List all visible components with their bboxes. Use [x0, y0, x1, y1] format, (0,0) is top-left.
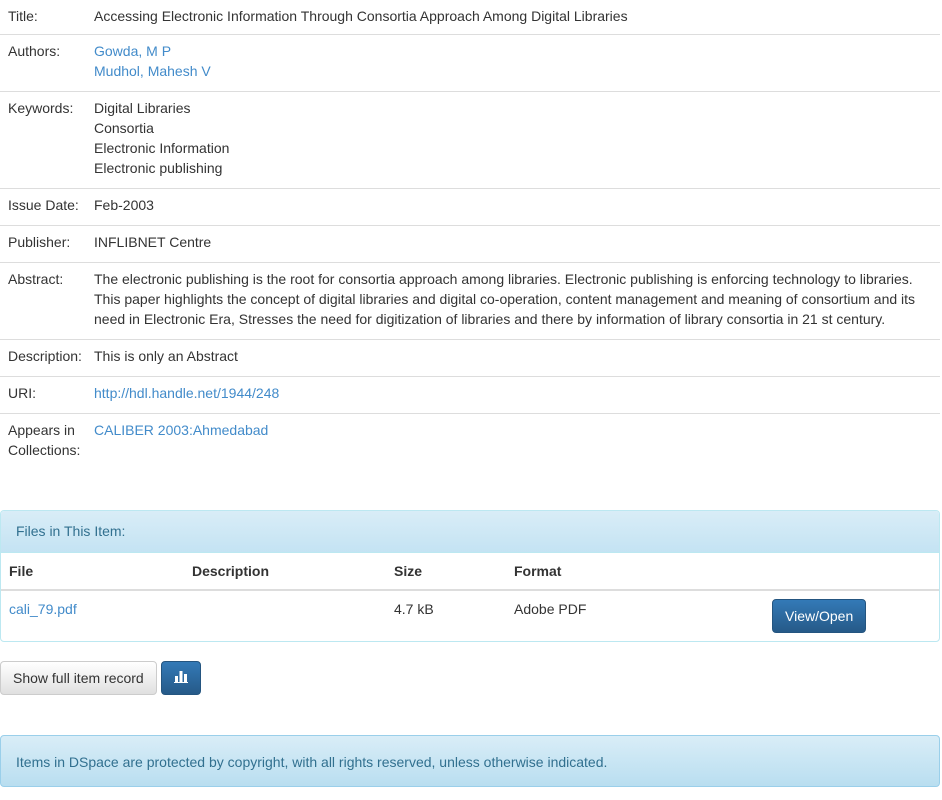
- metadata-row-keywords: Keywords: Digital Libraries Consortia El…: [0, 91, 940, 188]
- collections-label: Appears in Collections:: [0, 420, 94, 463]
- metadata-row-uri: URI: http://hdl.handle.net/1944/248: [0, 376, 940, 413]
- bar-chart-icon: [173, 668, 188, 688]
- issue-date-value: Feb-2003: [94, 197, 154, 213]
- description-label: Description:: [8, 348, 82, 364]
- authors-value: Gowda, M P Mudhol, Mahesh V: [94, 41, 940, 84]
- uri-link[interactable]: http://hdl.handle.net/1944/248: [94, 385, 279, 401]
- file-size-cell: 4.7 kB: [394, 601, 434, 617]
- metadata-row-publisher: Publisher: INFLIBNET Centre: [0, 225, 940, 262]
- files-panel-heading: Files in This Item:: [1, 511, 939, 553]
- statistics-button[interactable]: [160, 661, 201, 695]
- metadata-row-abstract: Abstract: The electronic publishing is t…: [0, 262, 940, 339]
- authors-label: Authors:: [8, 43, 61, 59]
- metadata-row-description: Description: This is only an Abstract: [0, 339, 940, 376]
- file-format-cell: Adobe PDF: [514, 601, 587, 617]
- keywords-value: Digital Libraries Consortia Electronic I…: [94, 98, 940, 181]
- issue-date-label: Issue Date:: [8, 197, 79, 213]
- collection-link[interactable]: CALIBER 2003:Ahmedabad: [94, 422, 268, 438]
- metadata-row-authors: Authors: Gowda, M P Mudhol, Mahesh V: [0, 34, 940, 91]
- uri-value: http://hdl.handle.net/1944/248: [94, 383, 940, 406]
- table-row: cali_79.pdf 4.7 kB Adobe PDF View/Open: [1, 590, 939, 641]
- author-link[interactable]: Gowda, M P: [94, 41, 926, 61]
- keyword: Electronic publishing: [94, 160, 223, 176]
- uri-label: URI:: [8, 385, 36, 401]
- title-value: Accessing Electronic Information Through…: [94, 8, 628, 24]
- publisher-label: Publisher:: [8, 234, 71, 250]
- publisher-value: INFLIBNET Centre: [94, 234, 212, 250]
- column-header-description: Description: [184, 553, 386, 591]
- metadata-row-collections: Appears in Collections: CALIBER 2003:Ahm…: [0, 413, 940, 470]
- show-full-record-button[interactable]: Show full item record: [0, 661, 157, 695]
- keywords-label: Keywords:: [8, 100, 74, 116]
- column-header-format: Format: [506, 553, 764, 591]
- column-header-action: [764, 553, 939, 591]
- file-link[interactable]: cali_79.pdf: [9, 601, 77, 617]
- abstract-value: The electronic publishing is the root fo…: [94, 271, 916, 327]
- metadata-row-title: Title: Accessing Electronic Information …: [0, 0, 940, 34]
- keyword: Consortia: [94, 120, 154, 136]
- collections-value: CALIBER 2003:Ahmedabad: [94, 420, 940, 463]
- keyword: Digital Libraries: [94, 100, 191, 116]
- column-header-size: Size: [386, 553, 506, 591]
- item-metadata-table: Title: Accessing Electronic Information …: [0, 0, 940, 470]
- files-table: File Description Size Format cali_79.pdf…: [1, 553, 939, 641]
- author-link[interactable]: Mudhol, Mahesh V: [94, 61, 926, 81]
- item-actions: Show full item record: [0, 661, 201, 695]
- files-table-header: File Description Size Format: [1, 553, 939, 591]
- description-value: This is only an Abstract: [94, 348, 238, 364]
- view-open-button[interactable]: View/Open: [772, 599, 867, 633]
- files-panel: Files in This Item: File Description Siz…: [0, 510, 940, 642]
- file-cell: cali_79.pdf: [1, 590, 184, 641]
- title-label: Title:: [8, 8, 38, 24]
- metadata-row-issue-date: Issue Date: Feb-2003: [0, 188, 940, 225]
- copyright-notice: Items in DSpace are protected by copyrig…: [0, 735, 940, 787]
- file-description-cell: [184, 590, 386, 641]
- keyword: Electronic Information: [94, 140, 230, 156]
- collections-label-line: Appears in: [8, 422, 75, 438]
- file-action-cell: View/Open: [764, 590, 939, 641]
- collections-label-line: Collections:: [8, 442, 81, 458]
- abstract-label: Abstract:: [8, 271, 64, 287]
- column-header-file: File: [1, 553, 184, 591]
